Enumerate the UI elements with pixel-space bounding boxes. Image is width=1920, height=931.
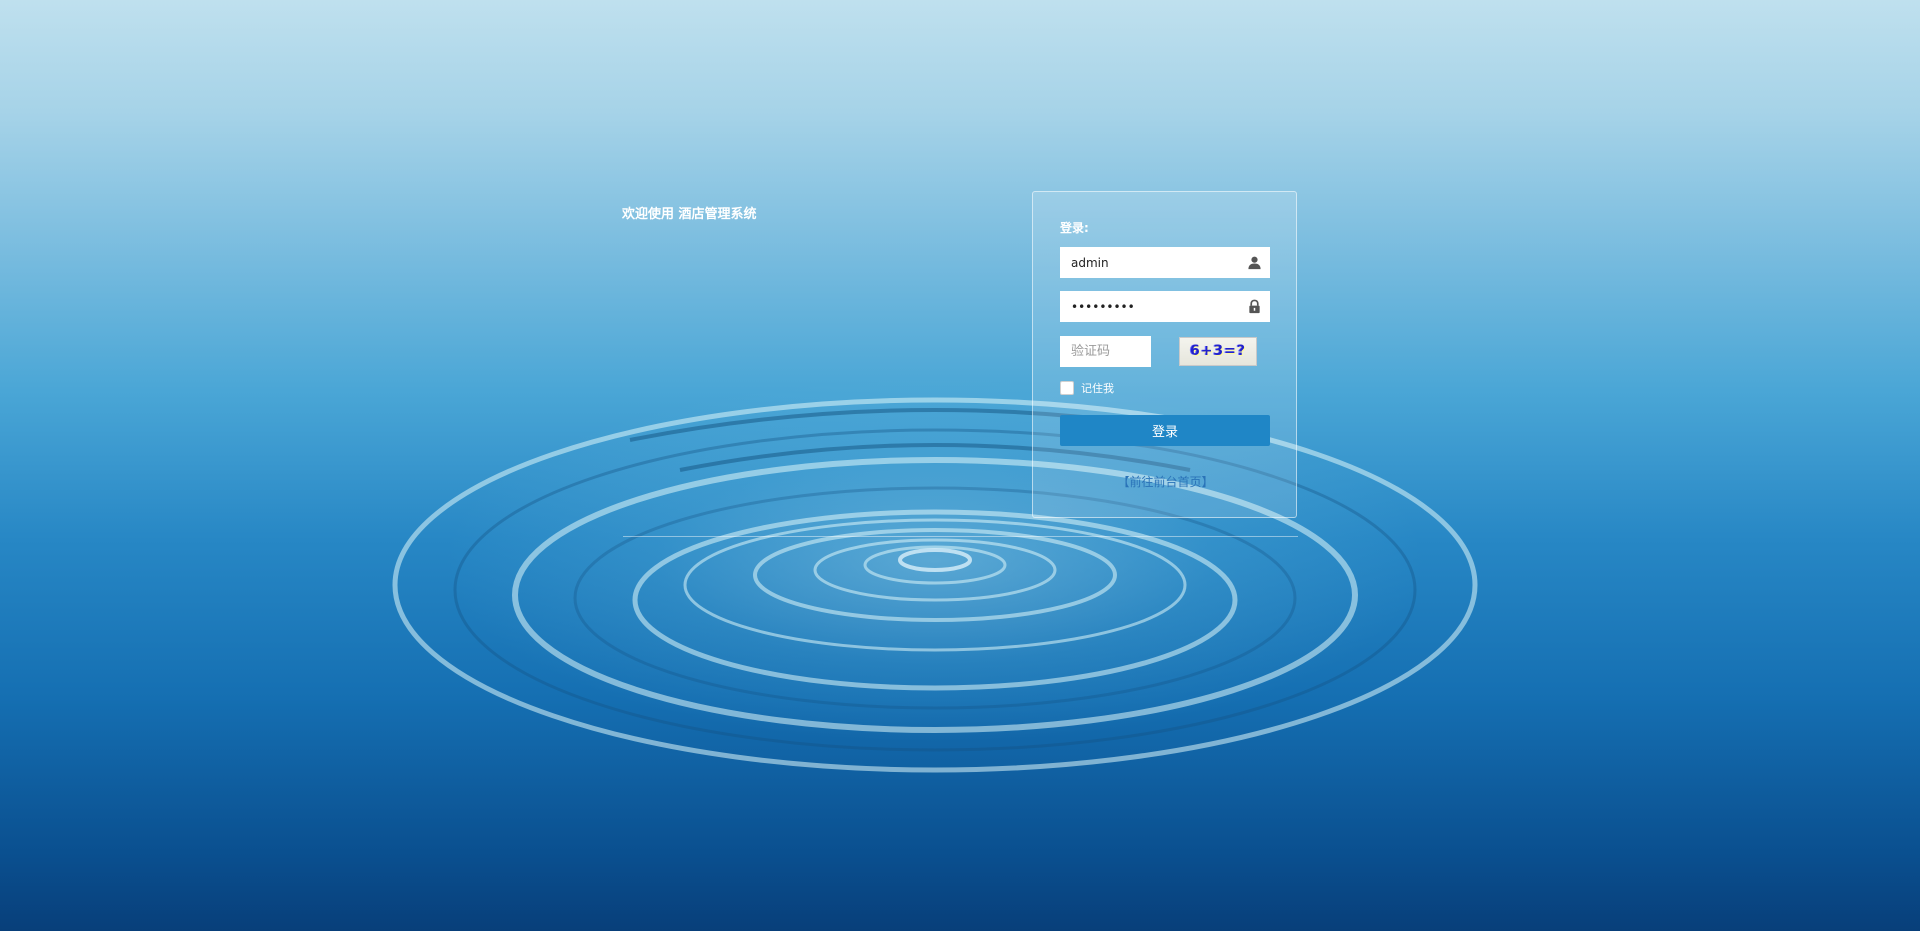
login-page-background: 欢迎使用 酒店管理系统 登录: 6+3=? 记住我 登 [0, 0, 1920, 931]
captcha-image[interactable]: 6+3=? [1179, 337, 1257, 366]
username-field [1060, 247, 1270, 278]
lock-icon [1249, 299, 1260, 314]
captcha-field [1060, 336, 1151, 367]
remember-checkbox[interactable] [1060, 381, 1074, 395]
remember-me[interactable]: 记住我 [1060, 380, 1114, 396]
login-title: 登录: [1060, 221, 1089, 235]
login-panel: 登录: 6+3=? 记住我 登录 【前往前台首页】 [1032, 191, 1297, 518]
login-button[interactable]: 登录 [1060, 415, 1270, 446]
captcha-input[interactable] [1060, 336, 1151, 367]
welcome-title: 欢迎使用 酒店管理系统 [622, 207, 757, 222]
username-input[interactable] [1060, 247, 1240, 278]
remember-label: 记住我 [1081, 382, 1114, 395]
password-input[interactable] [1060, 291, 1240, 322]
user-icon [1248, 256, 1261, 270]
divider-line [623, 536, 1298, 537]
password-field [1060, 291, 1270, 322]
front-page-link[interactable]: 【前往前台首页】 [1033, 473, 1298, 490]
water-ripple-background [392, 397, 1478, 773]
